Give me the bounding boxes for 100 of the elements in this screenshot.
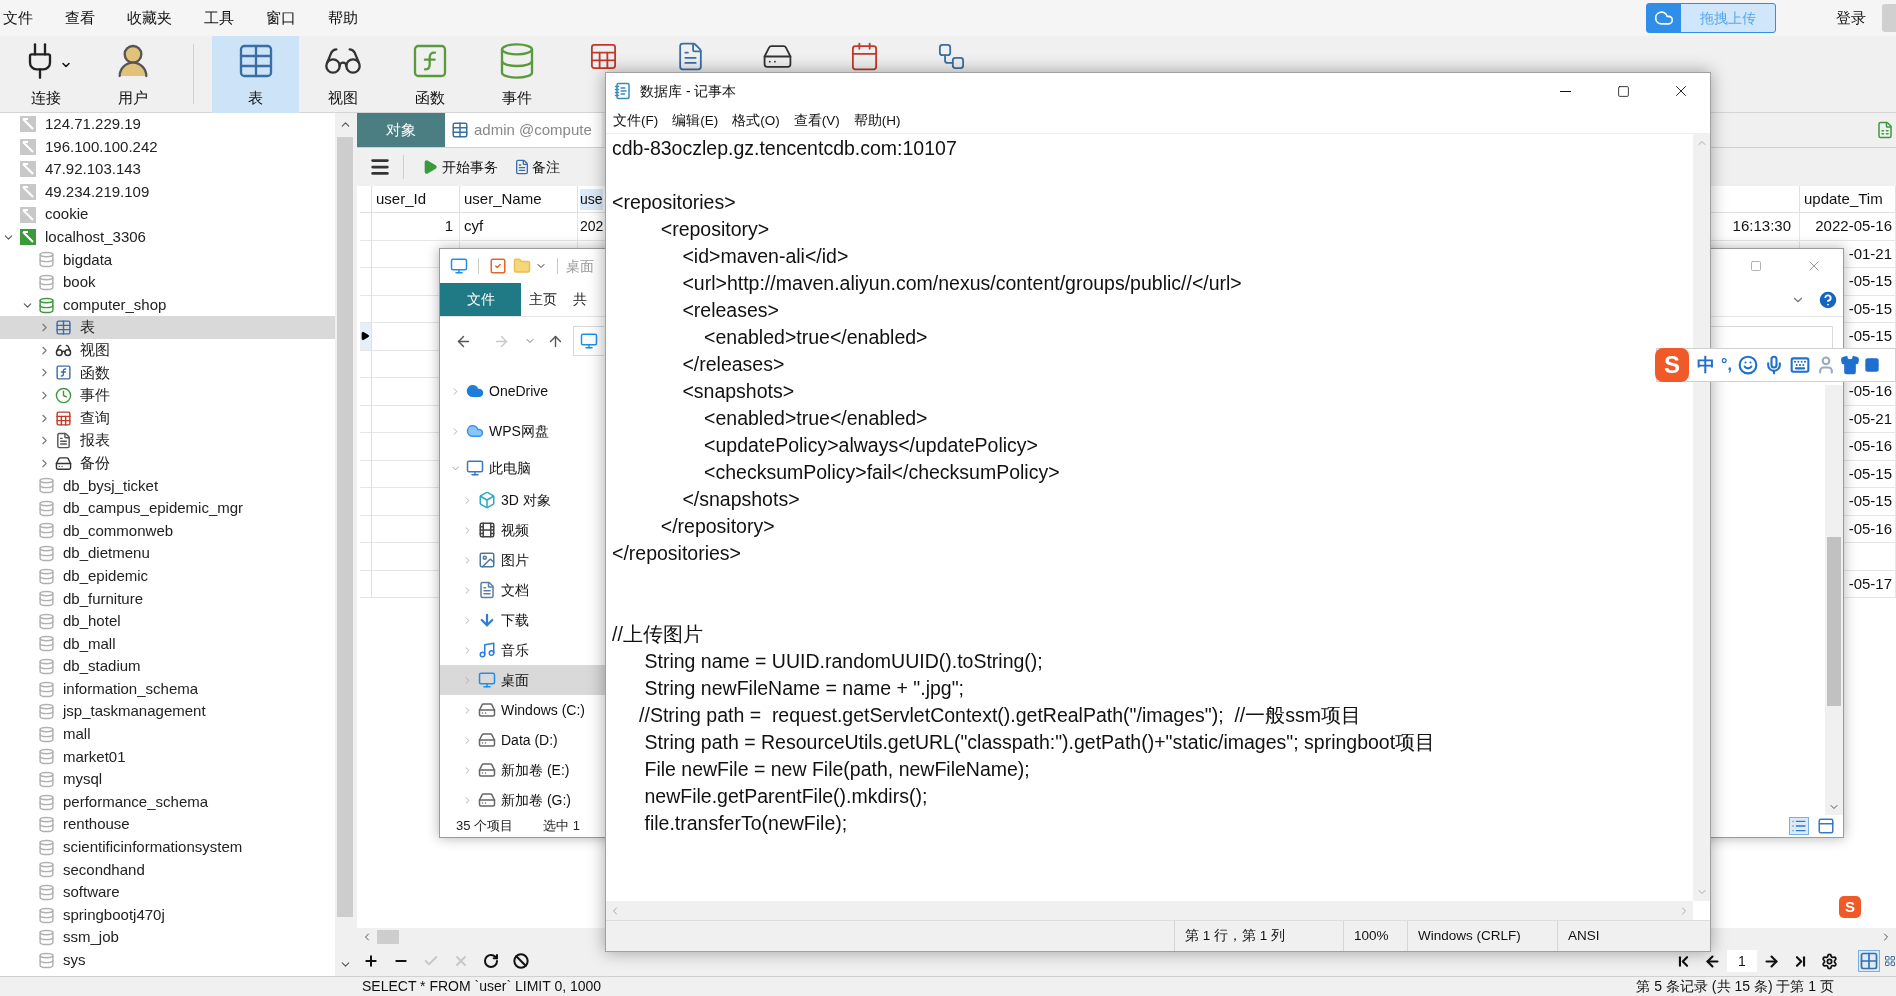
- menu-item[interactable]: 工具: [204, 6, 234, 30]
- menu-icon[interactable]: [369, 156, 391, 178]
- page-field[interactable]: 1: [1727, 950, 1757, 972]
- settings-icon[interactable]: [1821, 952, 1838, 970]
- tree-item[interactable]: 124.71.229.19: [0, 113, 335, 136]
- tree-item[interactable]: renthouse: [0, 813, 335, 836]
- checkbox-icon[interactable]: [489, 257, 507, 275]
- tree-item[interactable]: 表: [0, 316, 335, 339]
- tree-item[interactable]: springbootj470j: [0, 903, 335, 927]
- tree-item[interactable]: 查询: [0, 406, 335, 430]
- tree-item[interactable]: 49.234.219.109: [0, 180, 335, 204]
- tree-item[interactable]: information_schema: [0, 677, 335, 701]
- login-link[interactable]: 登录: [1836, 6, 1866, 30]
- nav-item[interactable]: 新加卷 (G:): [440, 785, 605, 815]
- tree-item[interactable]: computer_shop: [0, 293, 335, 317]
- menu-item[interactable]: 帮助: [328, 6, 358, 30]
- grid-view-icon[interactable]: [1858, 950, 1880, 972]
- column-header[interactable]: user_Id: [376, 187, 427, 211]
- input-mode-toggle[interactable]: 中: [1697, 351, 1715, 379]
- tree-item[interactable]: jsp_taskmanagement: [0, 700, 335, 724]
- scrollbar[interactable]: [1825, 385, 1843, 815]
- tree-item[interactable]: 报表: [0, 429, 335, 452]
- tree-item[interactable]: 备份: [0, 451, 335, 475]
- nav-item[interactable]: 图片: [440, 545, 605, 575]
- ribbon-tab[interactable]: 主页: [521, 283, 565, 316]
- preview-view-icon[interactable]: [1817, 817, 1835, 835]
- tree-item[interactable]: localhost_3306: [0, 225, 335, 249]
- scrollbar[interactable]: [606, 901, 1693, 920]
- tree-item[interactable]: book: [0, 271, 335, 294]
- tree-item[interactable]: scientificinformationsystem: [0, 836, 335, 859]
- tab[interactable]: admin @compute: [445, 113, 602, 147]
- nav-item[interactable]: OneDrive: [440, 371, 605, 411]
- tab[interactable]: 对象: [357, 113, 445, 147]
- menu-item[interactable]: 查看: [65, 6, 95, 30]
- tree-item[interactable]: db_furniture: [0, 587, 335, 611]
- tree-item[interactable]: db_hotel: [0, 610, 335, 633]
- punctuation-toggle[interactable]: °,: [1721, 353, 1732, 377]
- tree-item[interactable]: performance_schema: [0, 790, 335, 814]
- scrollbar-thumb[interactable]: [377, 930, 399, 944]
- menu-item[interactable]: 窗口: [266, 6, 296, 30]
- tree-item[interactable]: db_epidemic: [0, 564, 335, 588]
- nav-item[interactable]: Windows (C:): [440, 695, 605, 725]
- keyboard-icon[interactable]: [1789, 355, 1810, 375]
- next-page-icon[interactable]: [1763, 952, 1780, 970]
- tree-item[interactable]: 函数: [0, 361, 335, 385]
- ribbon-tab[interactable]: 文件: [440, 283, 521, 316]
- toolbar-button[interactable]: 视图: [299, 36, 386, 113]
- address-field[interactable]: [573, 326, 604, 356]
- smiley-icon[interactable]: [1737, 355, 1758, 375]
- toolbar-button[interactable]: 事件: [473, 36, 560, 113]
- shirt-icon[interactable]: [1839, 355, 1860, 375]
- nav-item[interactable]: 文档: [440, 575, 605, 605]
- tree-item[interactable]: db_mall: [0, 632, 335, 656]
- menu-item[interactable]: 文件(F): [613, 110, 659, 132]
- previous-page-icon[interactable]: [1704, 952, 1721, 970]
- toolbar-button[interactable]: 函数: [386, 36, 473, 113]
- new-table-icon[interactable]: [1876, 121, 1894, 139]
- tree-item[interactable]: cookie: [0, 203, 335, 226]
- menu-item[interactable]: 帮助(H): [853, 110, 901, 132]
- tree-item[interactable]: db_bysj_ticket: [0, 474, 335, 498]
- ribbon-tab[interactable]: 共: [565, 283, 595, 316]
- tree-item[interactable]: 47.92.103.143: [0, 158, 335, 181]
- tree-item[interactable]: 事件: [0, 384, 335, 407]
- nav-item[interactable]: WPS网盘: [440, 411, 605, 451]
- tree-item[interactable]: db_campus_epidemic_mgr: [0, 497, 335, 520]
- menu-item[interactable]: 收藏夹: [127, 6, 172, 30]
- toolbar-button[interactable]: 用户: [89, 36, 176, 113]
- stop-icon[interactable]: [513, 953, 529, 969]
- tree-item[interactable]: secondhand: [0, 858, 335, 882]
- nav-item[interactable]: 桌面: [440, 665, 605, 695]
- tree-item[interactable]: sys: [0, 948, 335, 972]
- tree-item[interactable]: db_commonweb: [0, 519, 335, 543]
- grid-icon[interactable]: [1863, 355, 1880, 375]
- nav-item[interactable]: 此电脑: [440, 451, 605, 485]
- help-icon[interactable]: [1817, 288, 1839, 311]
- row-selector[interactable]: [360, 323, 372, 350]
- menu-item[interactable]: 格式(O): [732, 110, 780, 132]
- menu-item[interactable]: 查看(V): [793, 110, 840, 132]
- tree-item[interactable]: 视图: [0, 338, 335, 362]
- menu-item[interactable]: 文件: [3, 6, 33, 30]
- nav-item[interactable]: Data (D:): [440, 725, 605, 755]
- add-icon[interactable]: [363, 953, 379, 969]
- tree-item[interactable]: db_stadium: [0, 655, 335, 678]
- toolbar-button[interactable]: 备注: [514, 156, 560, 178]
- details-view-icon[interactable]: [1789, 817, 1809, 835]
- folder-icon[interactable]: [513, 257, 531, 275]
- column-header[interactable]: user_Name: [464, 187, 542, 211]
- close-icon[interactable]: [453, 953, 469, 969]
- nav-item[interactable]: 下载: [440, 605, 605, 635]
- toolbar-button[interactable]: 连接: [2, 36, 89, 113]
- nav-item[interactable]: 视频: [440, 515, 605, 545]
- column-header[interactable]: use: [580, 188, 603, 210]
- refresh-icon[interactable]: [483, 953, 499, 969]
- toolbar-button[interactable]: 开始事务: [422, 156, 498, 178]
- nav-item[interactable]: 新加卷 (E:): [440, 755, 605, 785]
- menu-item[interactable]: 编辑(E): [672, 110, 719, 132]
- tree-item[interactable]: software: [0, 881, 335, 904]
- column-header[interactable]: update_Tim: [1804, 187, 1883, 211]
- tree-item[interactable]: ssm_job: [0, 926, 335, 949]
- tree-item[interactable]: db_dietmenu: [0, 542, 335, 565]
